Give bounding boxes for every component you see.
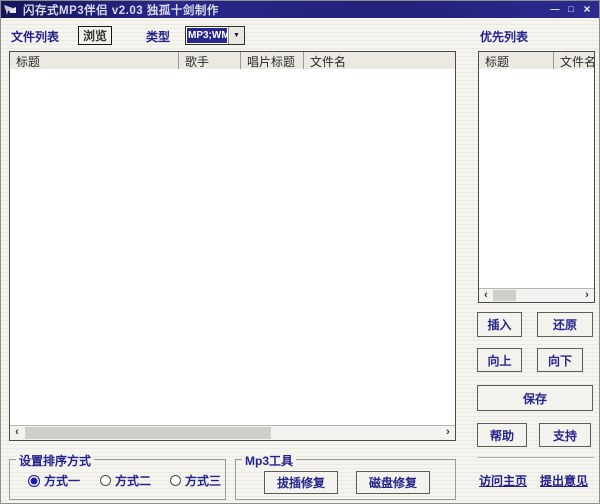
radio-dot-icon	[28, 475, 40, 487]
radio-method-2[interactable]: 方式二	[100, 472, 151, 489]
file-list-hscrollbar[interactable]: ‹ ›	[10, 425, 455, 440]
scroll-right-icon[interactable]: ›	[580, 289, 594, 302]
scroll-left-icon[interactable]: ‹	[10, 426, 24, 440]
app-window: 闪存式MP3伴侣 v2.03 独孤十剑制作 — □ × 文件列表 浏览 类型 M…	[0, 0, 600, 504]
support-button[interactable]: 支持	[539, 423, 591, 447]
type-combobox-value: MP3;WMA	[187, 28, 227, 43]
priority-list-label: 优先列表	[480, 28, 528, 45]
sort-method-group: 设置排序方式 方式一 方式二 方式三	[9, 459, 226, 500]
column-header-filename[interactable]: 文件名	[554, 52, 594, 69]
priority-list-body[interactable]	[479, 69, 594, 288]
save-button[interactable]: 保存	[477, 385, 593, 411]
scroll-right-icon[interactable]: ›	[441, 426, 455, 440]
radio-label: 方式三	[185, 472, 221, 489]
priority-list-header: 标题 文件名	[479, 52, 594, 70]
app-icon	[4, 4, 17, 15]
radio-dot-icon	[170, 475, 181, 486]
column-header-artist[interactable]: 歌手	[179, 52, 241, 69]
file-list-label: 文件列表	[11, 28, 59, 45]
browse-button[interactable]: 浏览	[78, 26, 112, 45]
feedback-link[interactable]: 提出意见	[540, 472, 588, 489]
tools-group-title: Mp3工具	[242, 452, 296, 469]
radio-label: 方式二	[115, 472, 151, 489]
column-header-title[interactable]: 标题	[479, 52, 554, 69]
minimize-icon[interactable]: —	[547, 2, 563, 17]
window-controls: — □ ×	[547, 2, 599, 17]
help-button[interactable]: 帮助	[477, 423, 527, 447]
column-header-filename[interactable]: 文件名	[304, 52, 455, 69]
maximize-icon[interactable]: □	[563, 2, 579, 17]
file-list-header: 标题 歌手 唱片标题 文件名	[10, 52, 455, 70]
titlebar[interactable]: 闪存式MP3伴侣 v2.03 独孤十剑制作 — □ ×	[1, 1, 599, 18]
restore-button[interactable]: 还原	[537, 312, 593, 337]
mp3-tools-group: Mp3工具 拔插修复 磁盘修复	[235, 459, 456, 500]
radio-method-1[interactable]: 方式一	[28, 472, 80, 489]
close-icon[interactable]: ×	[579, 2, 595, 17]
scrollbar-thumb[interactable]	[493, 290, 516, 301]
unplug-repair-button[interactable]: 拔插修复	[264, 471, 338, 494]
sort-group-title: 设置排序方式	[16, 452, 94, 469]
chevron-down-icon[interactable]: ▼	[228, 27, 244, 44]
type-combobox[interactable]: MP3;WMA ▼	[185, 26, 245, 45]
priority-list-hscrollbar[interactable]: ‹ ›	[479, 288, 594, 302]
up-button[interactable]: 向上	[477, 348, 522, 372]
file-list[interactable]: 标题 歌手 唱片标题 文件名 ‹ ›	[9, 51, 456, 441]
type-label: 类型	[146, 28, 170, 45]
down-button[interactable]: 向下	[537, 348, 583, 372]
radio-method-3[interactable]: 方式三	[170, 472, 221, 489]
radio-dot-icon	[100, 475, 111, 486]
divider	[478, 457, 594, 459]
disk-repair-button[interactable]: 磁盘修复	[356, 471, 430, 494]
window-title: 闪存式MP3伴侣 v2.03 独孤十剑制作	[23, 2, 219, 18]
scroll-left-icon[interactable]: ‹	[479, 289, 493, 302]
priority-list[interactable]: 标题 文件名 ‹ ›	[478, 51, 595, 303]
homepage-link[interactable]: 访问主页	[479, 472, 527, 489]
file-list-body[interactable]	[10, 69, 455, 425]
column-header-title[interactable]: 标题	[10, 52, 179, 69]
column-header-album[interactable]: 唱片标题	[241, 52, 304, 69]
scrollbar-thumb[interactable]	[25, 427, 271, 439]
radio-label: 方式一	[44, 472, 80, 489]
insert-button[interactable]: 插入	[477, 312, 522, 337]
